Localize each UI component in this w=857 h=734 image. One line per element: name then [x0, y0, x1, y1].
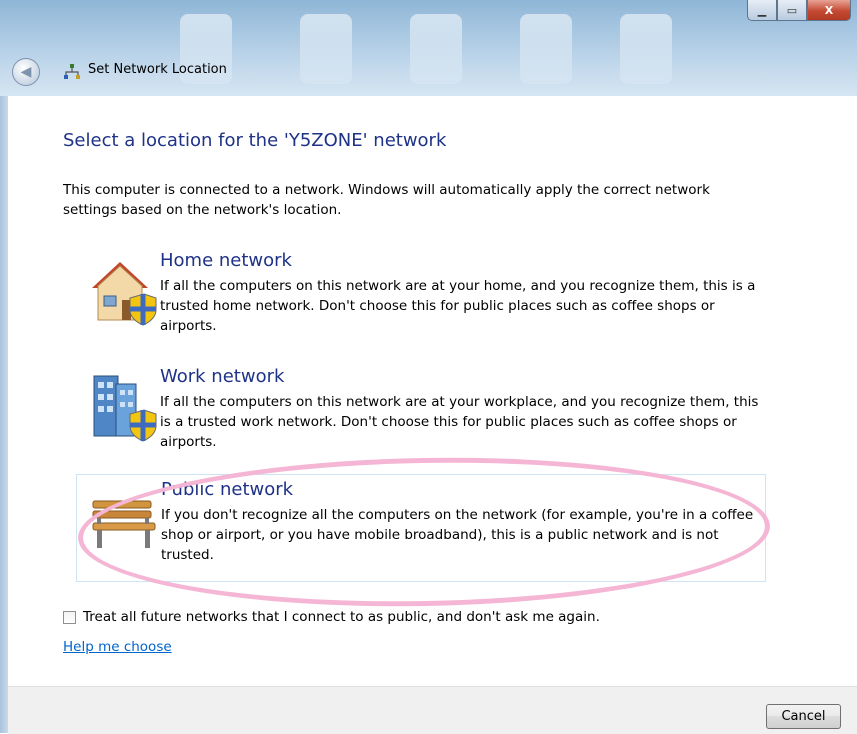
- title-bar: ▁ ▭ X ◀ Set Network Location: [0, 0, 857, 96]
- glass-reflection: [620, 14, 672, 84]
- back-arrow-icon: ◀: [20, 64, 32, 80]
- back-button[interactable]: ◀: [12, 58, 40, 86]
- public-network-title: Public network: [161, 479, 294, 500]
- help-me-choose-link[interactable]: Help me choose: [63, 639, 172, 655]
- work-network-title: Work network: [160, 366, 285, 387]
- work-network-option[interactable]: Work network If all the computers on thi…: [76, 362, 766, 470]
- glass-reflection: [410, 14, 462, 84]
- public-network-description: If you don't recognize all the computers…: [161, 507, 754, 563]
- dialog-footer: Cancel: [8, 686, 857, 734]
- minimize-button[interactable]: ▁: [747, 0, 777, 21]
- work-network-icon: [93, 375, 157, 442]
- cancel-button[interactable]: Cancel: [766, 704, 841, 729]
- work-network-description: If all the computers on this network are…: [160, 394, 759, 450]
- glass-reflection: [300, 14, 352, 84]
- network-location-icon: [64, 64, 80, 79]
- glass-reflection: [520, 14, 572, 84]
- treat-public-checkbox-row[interactable]: Treat all future networks that I connect…: [63, 609, 600, 625]
- window-frame: [0, 96, 8, 733]
- window-title: Set Network Location: [88, 62, 227, 77]
- page-heading: Select a location for the 'Y5ZONE' netwo…: [63, 130, 447, 151]
- treat-public-checkbox-label: Treat all future networks that I connect…: [83, 609, 600, 625]
- maximize-button[interactable]: ▭: [777, 0, 807, 21]
- home-network-icon: [92, 262, 157, 326]
- home-network-option[interactable]: Home network If all the computers on thi…: [76, 246, 766, 354]
- treat-public-checkbox[interactable]: [63, 610, 76, 624]
- home-network-description: If all the computers on this network are…: [160, 278, 756, 334]
- public-network-option[interactable]: Public network If you don't recognize al…: [76, 474, 766, 582]
- intro-text: This computer is connected to a network.…: [63, 182, 710, 218]
- window-controls: ▁ ▭ X: [747, 0, 851, 22]
- public-network-icon: [92, 500, 156, 548]
- home-network-title: Home network: [160, 250, 292, 271]
- dialog-content: Select a location for the 'Y5ZONE' netwo…: [8, 96, 857, 686]
- close-button[interactable]: X: [807, 0, 851, 21]
